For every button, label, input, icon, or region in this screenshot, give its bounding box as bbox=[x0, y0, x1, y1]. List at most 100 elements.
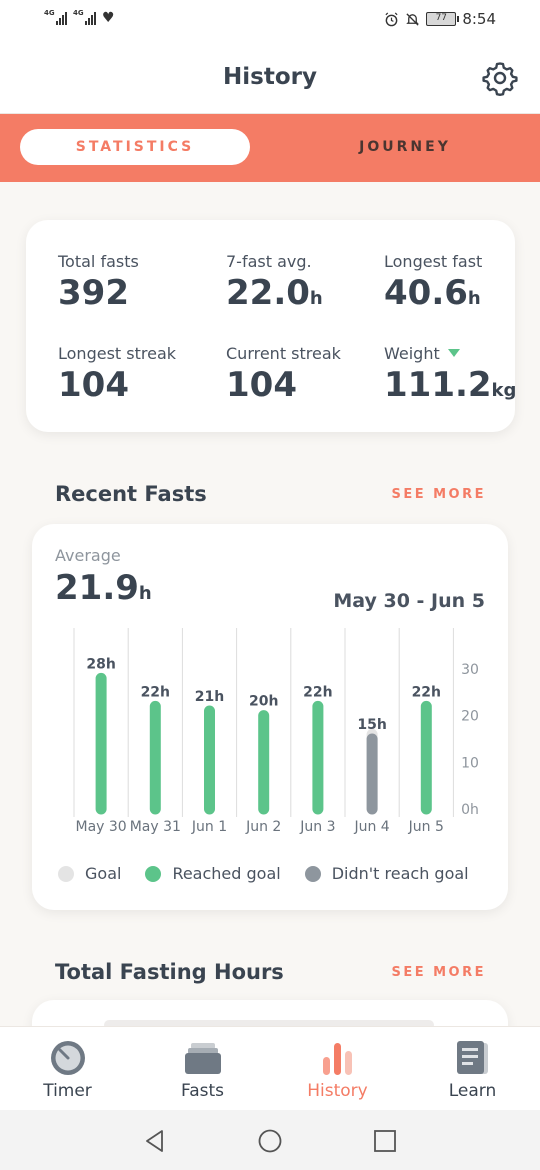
y-tick-label: 20 bbox=[461, 709, 479, 725]
stat-unit: h bbox=[309, 288, 323, 309]
stat-unit: kg bbox=[491, 380, 517, 401]
status-left: 4G 4G ♥ bbox=[44, 9, 115, 26]
recent-fasts-card: Average 21.9h May 30 - Jun 5 28h May 30 22… bbox=[32, 524, 508, 910]
stat-label: Current streak bbox=[226, 344, 341, 363]
bar-value-label: 22h bbox=[141, 684, 170, 700]
stat-value: 392 bbox=[58, 273, 139, 313]
stat-7-fast-avg: 7-fast avg. 22.0h bbox=[226, 252, 323, 313]
app-header: History bbox=[0, 42, 540, 114]
nav-learn[interactable]: Learn bbox=[405, 1027, 540, 1111]
network-type: 4G bbox=[44, 9, 55, 17]
stat-unit: h bbox=[467, 288, 481, 309]
stat-total-fasts: Total fasts 392 bbox=[58, 252, 139, 313]
recents-icon[interactable] bbox=[373, 1129, 397, 1153]
bar-value-label: 22h bbox=[412, 684, 441, 700]
legend-missed: Didn't reach goal bbox=[304, 864, 469, 883]
bar-value-label: 22h bbox=[303, 684, 332, 700]
nav-label: Timer bbox=[43, 1081, 92, 1101]
stat-value: 104 bbox=[226, 365, 341, 405]
legend-dot bbox=[145, 865, 162, 882]
x-tick-label: Jun 3 bbox=[299, 819, 335, 835]
recent-see-more-link[interactable]: SEE MORE bbox=[391, 487, 486, 502]
stat-longest-fast: Longest fast 40.6h bbox=[384, 252, 482, 313]
stat-weight[interactable]: Weight 111.2kg bbox=[384, 344, 516, 405]
legend-goal: Goal bbox=[58, 864, 121, 883]
stat-value: 104 bbox=[58, 365, 176, 405]
chart-legend: Goal Reached goal Didn't reach goal bbox=[58, 864, 469, 883]
segmented-tabs: STATISTICS JOURNEY bbox=[0, 114, 540, 182]
stat-value: 111.2kg bbox=[384, 365, 516, 405]
nav-fasts[interactable]: Fasts bbox=[135, 1027, 270, 1111]
nav-history[interactable]: History bbox=[270, 1027, 405, 1111]
y-tick-label: 0h bbox=[461, 802, 479, 818]
total-hours-title: Total Fasting Hours bbox=[55, 960, 284, 984]
bar-value-label: 20h bbox=[249, 694, 278, 710]
stat-number: 22.0 bbox=[226, 273, 310, 313]
gear-icon[interactable] bbox=[482, 60, 518, 96]
legend-label: Goal bbox=[85, 864, 122, 883]
stat-current-streak: Current streak 104 bbox=[226, 344, 341, 405]
system-nav-bar bbox=[0, 1110, 540, 1170]
stat-label: Total fasts bbox=[58, 252, 139, 271]
tab-statistics[interactable]: STATISTICS bbox=[20, 129, 250, 165]
status-bar: 4G 4G ♥ 77 8:54 bbox=[0, 0, 540, 42]
x-tick-label: Jun 5 bbox=[408, 819, 444, 835]
nav-timer[interactable]: Timer bbox=[0, 1027, 135, 1111]
hours-see-more-link[interactable]: SEE MORE bbox=[391, 965, 486, 980]
bar-value-label: 21h bbox=[195, 689, 224, 705]
stat-number: 111.2 bbox=[384, 365, 492, 405]
legend-dot bbox=[58, 865, 74, 882]
stat-value: 40.6h bbox=[384, 273, 482, 313]
stat-label: Weight bbox=[384, 344, 516, 363]
stat-label: Longest streak bbox=[58, 344, 177, 363]
x-tick-label: May 30 bbox=[75, 819, 126, 835]
weight-label: Weight bbox=[384, 344, 440, 363]
stat-label: 7-fast avg. bbox=[226, 252, 312, 271]
home-icon[interactable] bbox=[258, 1129, 282, 1153]
clock: 8:54 bbox=[462, 10, 496, 28]
legend-label: Reached goal bbox=[172, 864, 281, 883]
signal-icon: 4G bbox=[73, 9, 96, 25]
x-tick-label: Jun 2 bbox=[245, 819, 281, 835]
fasts-icon bbox=[185, 1043, 221, 1074]
x-tick-label: Jun 1 bbox=[191, 819, 227, 835]
learn-icon bbox=[457, 1041, 488, 1074]
nav-label: History bbox=[307, 1081, 368, 1101]
stat-number: 104 bbox=[226, 365, 297, 405]
heart-icon: ♥ bbox=[102, 10, 115, 26]
legend-dot bbox=[304, 865, 321, 882]
nav-label: Fasts bbox=[180, 1081, 224, 1101]
stat-number: 40.6 bbox=[384, 273, 468, 313]
legend-label: Didn't reach goal bbox=[331, 864, 469, 883]
stat-longest-streak: Longest streak 104 bbox=[58, 344, 176, 405]
tab-journey[interactable]: JOURNEY bbox=[290, 129, 520, 165]
x-tick-label: May 31 bbox=[130, 819, 181, 835]
battery-icon: 77 bbox=[426, 12, 460, 26]
y-tick-label: 30 bbox=[461, 662, 479, 678]
signal-icon: 4G bbox=[44, 9, 67, 25]
y-tick-label: 10 bbox=[461, 755, 479, 771]
stat-number: 392 bbox=[58, 273, 129, 313]
recent-fasts-chart: 28h May 30 22h May 31 21h Jun 1 20h Jun 2 22h Jun… bbox=[73, 628, 479, 835]
stat-label: Longest fast bbox=[384, 252, 483, 271]
nav-label: Learn bbox=[448, 1081, 497, 1101]
stats-card: Total fasts 392 7-fast avg. 22.0h Longes… bbox=[26, 220, 516, 432]
recent-fasts-title: Recent Fasts bbox=[55, 482, 207, 506]
bottom-nav: Timer Fasts History Learn bbox=[0, 1026, 540, 1110]
back-icon[interactable] bbox=[143, 1129, 167, 1153]
battery-level: 77 bbox=[435, 13, 448, 23]
bar-value-label: 15h bbox=[357, 717, 386, 733]
page-title: History bbox=[223, 64, 317, 90]
alarm-icon bbox=[385, 12, 398, 26]
legend-reached: Reached goal bbox=[145, 864, 281, 883]
triangle-down-icon bbox=[447, 349, 460, 357]
history-icon bbox=[323, 1043, 352, 1075]
x-tick-label: Jun 4 bbox=[353, 819, 389, 835]
status-right: 77 8:54 bbox=[384, 10, 496, 28]
network-type: 4G bbox=[73, 9, 84, 17]
mute-icon bbox=[406, 12, 420, 26]
stat-number: 104 bbox=[58, 365, 129, 405]
stat-value: 22.0h bbox=[226, 273, 323, 313]
bar-value-label: 28h bbox=[86, 656, 115, 672]
timer-icon bbox=[51, 1041, 85, 1075]
